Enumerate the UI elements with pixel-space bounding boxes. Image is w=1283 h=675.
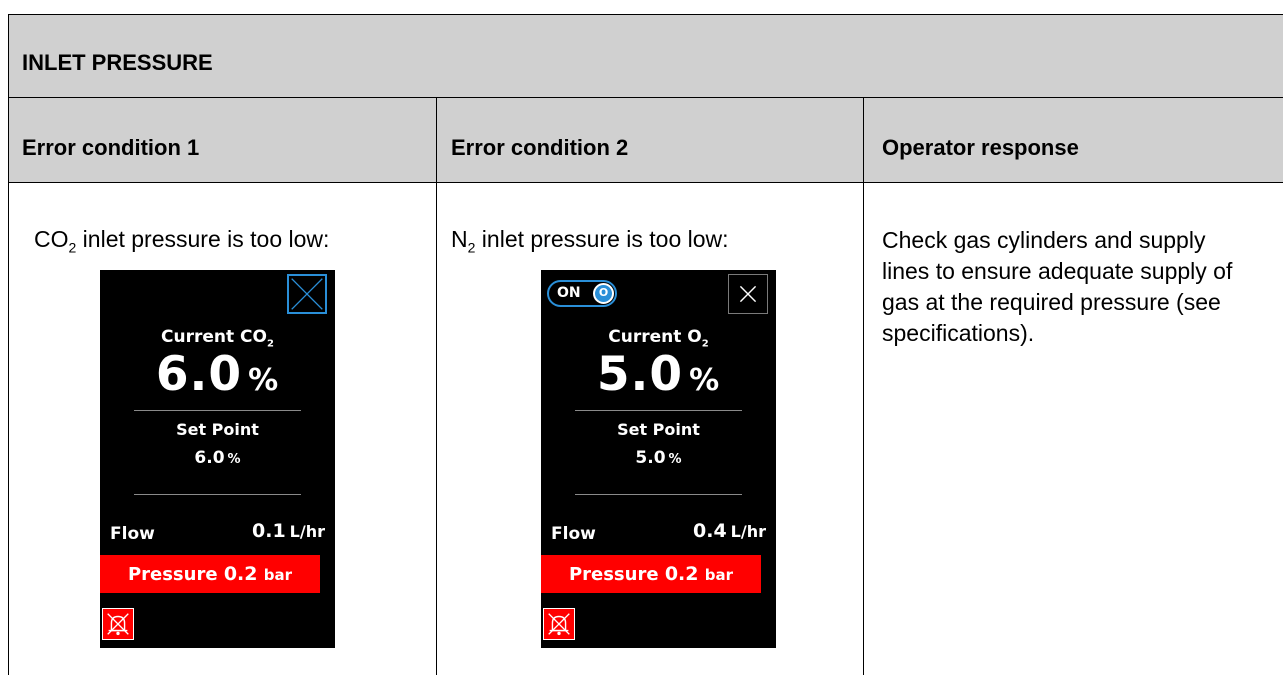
- o2-display-panel: ON O Current O2 5.0% Set Point 5.0% Flow…: [541, 270, 776, 648]
- condition-1-text: CO2 inlet pressure is too low:: [34, 226, 329, 256]
- condition-1-gas: CO: [34, 226, 69, 252]
- column-header-condition-2: Error condition 2: [451, 135, 629, 160]
- table-divider-1: [8, 97, 1283, 98]
- panel-divider: [575, 494, 742, 495]
- alarm-mute-button[interactable]: [102, 608, 134, 640]
- oxygen-toggle-icon: O: [593, 283, 614, 304]
- set-point-value[interactable]: 5.0%: [541, 448, 776, 468]
- set-point-label: Set Point: [617, 420, 700, 439]
- close-button[interactable]: [287, 274, 327, 314]
- co2-display-panel: Current CO2 6.0% Set Point 6.0% Flow 0.1…: [100, 270, 335, 648]
- column-header-bg: [8, 97, 1283, 182]
- panel-divider: [134, 494, 301, 495]
- close-icon: [291, 278, 323, 310]
- set-point-value[interactable]: 6.0%: [100, 448, 335, 468]
- condition-2-gas: N: [451, 226, 468, 252]
- flow-value: 0.4 L/hr: [693, 520, 766, 542]
- alarm-mute-button[interactable]: [543, 608, 575, 640]
- column-divider-2: [863, 97, 864, 675]
- flow-label: Flow: [551, 524, 596, 544]
- flow-label: Flow: [110, 524, 155, 544]
- set-point-label: Set Point: [176, 420, 259, 439]
- alarm-mute-icon: [107, 613, 129, 636]
- flow-value: 0.1 L/hr: [252, 520, 325, 542]
- close-icon: [739, 285, 757, 303]
- table-border-top: [8, 14, 1283, 15]
- current-gas-value: 5.0%: [596, 347, 721, 402]
- toggle-on-label: ON: [557, 285, 581, 301]
- operator-response-text: Check gas cylinders and supply lines to …: [882, 227, 1233, 346]
- current-gas-value: 6.0%: [155, 347, 280, 402]
- condition-2-description: inlet pressure is too low:: [475, 226, 729, 252]
- pressure-alarm-bar: Pressure 0.2 bar: [541, 555, 761, 593]
- section-title: INLET PRESSURE: [22, 50, 213, 75]
- condition-1-description: inlet pressure is too low:: [76, 226, 330, 252]
- pressure-alarm-bar: Pressure 0.2 bar: [100, 555, 320, 593]
- column-divider-1: [436, 97, 437, 675]
- close-button[interactable]: [728, 274, 768, 314]
- alarm-mute-icon: [548, 613, 570, 636]
- table-border-left: [8, 14, 9, 675]
- condition-2-text: N2 inlet pressure is too low:: [451, 226, 729, 256]
- panel-divider: [134, 410, 301, 411]
- panel-divider: [575, 410, 742, 411]
- column-header-condition-1: Error condition 1: [22, 135, 200, 160]
- column-header-operator-response: Operator response: [882, 135, 1079, 160]
- table-divider-2: [8, 182, 1283, 183]
- oxygen-control-toggle[interactable]: ON O: [547, 280, 617, 307]
